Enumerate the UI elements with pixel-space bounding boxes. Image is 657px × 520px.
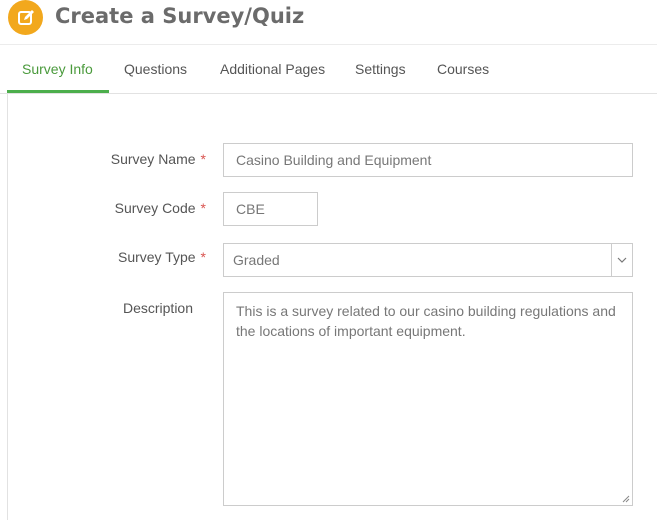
survey-type-select[interactable]: Graded [223,243,633,277]
description-label: Description [122,300,193,316]
survey-name-label: Survey Name * [111,151,206,167]
survey-code-label: Survey Code * [115,200,206,216]
required-marker: * [200,249,206,265]
required-marker: * [200,200,206,216]
survey-code-input[interactable]: CBE [223,192,318,226]
resize-grip-icon[interactable] [622,495,630,503]
tab-bar: Survey Info Questions Additional Pages S… [0,44,657,94]
survey-type-label-text: Survey Type [117,249,196,265]
tab-settings[interactable]: Settings [355,44,406,93]
survey-name-value: Casino Building and Equipment [236,152,432,168]
page-title: Create a Survey/Quiz [55,4,305,28]
survey-type-value: Graded [233,252,280,268]
description-value: This is a survey related to our casino b… [236,303,616,339]
chevron-down-icon[interactable] [611,244,632,276]
survey-name-label-text: Survey Name [110,151,196,167]
required-marker: * [200,151,206,167]
survey-code-label-text: Survey Code [114,200,196,216]
tab-courses[interactable]: Courses [437,44,489,93]
tab-survey-info[interactable]: Survey Info [22,44,93,93]
edit-icon [8,0,43,35]
tab-additional-pages[interactable]: Additional Pages [220,44,325,93]
description-textarea[interactable]: This is a survey related to our casino b… [223,292,633,506]
survey-name-input[interactable]: Casino Building and Equipment [223,143,633,177]
tab-questions[interactable]: Questions [124,44,187,93]
page-header: Create a Survey/Quiz [0,0,657,45]
survey-code-value: CBE [236,201,265,217]
survey-type-label: Survey Type * [118,249,206,265]
